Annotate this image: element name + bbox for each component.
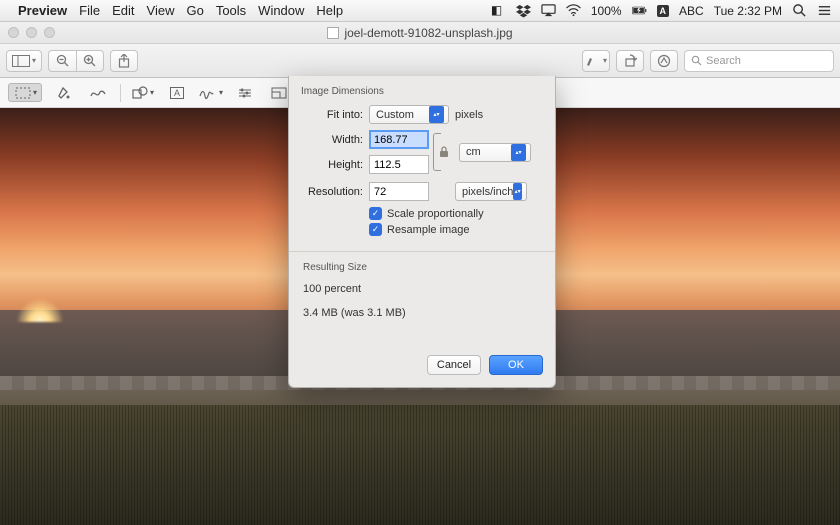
sketch-tool[interactable] — [86, 83, 110, 103]
menu-tools[interactable]: Tools — [216, 3, 246, 18]
width-label: Width: — [301, 134, 363, 146]
height-input[interactable] — [369, 155, 429, 174]
document-proxy-icon[interactable] — [327, 27, 339, 39]
fit-into-select[interactable]: Custom ▴▾ — [369, 105, 449, 124]
cancel-button[interactable]: Cancel — [427, 355, 481, 375]
menu-help[interactable]: Help — [316, 3, 343, 18]
resample-image-checkbox[interactable]: ✓ — [369, 223, 382, 236]
menu-go[interactable]: Go — [186, 3, 203, 18]
select-arrow-icon: ▴▾ — [511, 144, 526, 161]
sign-tool[interactable]: ▾ — [199, 83, 223, 103]
select-arrow-icon: ▴▾ — [429, 106, 444, 123]
resulting-percent: 100 percent — [303, 283, 541, 295]
search-icon — [691, 55, 702, 66]
scale-proportionally-checkbox[interactable]: ✓ — [369, 207, 382, 220]
menubar-clock[interactable]: Tue 2:32 PM — [714, 4, 782, 18]
notification-center-icon[interactable] — [817, 3, 832, 18]
fit-into-label: Fit into: — [301, 109, 363, 121]
highlight-button[interactable]: ▾ — [582, 50, 610, 72]
height-label: Height: — [301, 159, 363, 171]
sidebar-view-button[interactable]: ▾ — [6, 50, 42, 72]
text-tool[interactable]: A — [165, 83, 189, 103]
macos-menubar: Preview File Edit View Go Tools Window H… — [0, 0, 840, 22]
resolution-input[interactable] — [369, 182, 429, 201]
ok-button[interactable]: OK — [489, 355, 543, 375]
window-zoom-button[interactable] — [44, 27, 55, 38]
share-button[interactable] — [110, 50, 138, 72]
resolution-label: Resolution: — [301, 186, 363, 198]
selection-tool[interactable]: ▾ — [8, 83, 42, 102]
menu-view[interactable]: View — [147, 3, 175, 18]
menu-edit[interactable]: Edit — [112, 3, 134, 18]
window-title: joel-demott-91082-unsplash.jpg — [344, 26, 512, 40]
dimension-unit-select[interactable]: cm ▴▾ — [459, 143, 531, 162]
input-source-label: ABC — [679, 4, 704, 18]
resolution-unit-select[interactable]: pixels/inch ▴▾ — [455, 182, 527, 201]
resulting-size-heading: Resulting Size — [303, 262, 541, 273]
dropbox-icon[interactable] — [516, 3, 531, 18]
rotate-button[interactable] — [616, 50, 644, 72]
search-field[interactable]: Search — [684, 50, 834, 72]
window-titlebar: joel-demott-91082-unsplash.jpg — [0, 22, 840, 44]
markup-button[interactable] — [650, 50, 678, 72]
window-close-button[interactable] — [8, 27, 19, 38]
airplay-icon[interactable] — [541, 3, 556, 18]
resample-image-label: Resample image — [387, 224, 470, 236]
width-input[interactable] — [369, 130, 429, 149]
zoom-in-button[interactable] — [76, 50, 104, 72]
app-menu[interactable]: Preview — [18, 3, 67, 18]
search-placeholder: Search — [706, 55, 741, 67]
battery-icon[interactable] — [632, 3, 647, 18]
resulting-filesize: 3.4 MB (was 3.1 MB) — [303, 307, 541, 319]
adjust-size-dialog: Image Dimensions Fit into: Custom ▴▾ pix… — [288, 76, 556, 388]
app-indicator-icon[interactable]: ◧ — [491, 3, 506, 18]
toolbar: ▾ ▾ Search — [0, 44, 840, 78]
fit-into-unit: pixels — [455, 109, 483, 121]
spotlight-icon[interactable] — [792, 3, 807, 18]
svg-text:A: A — [174, 88, 180, 98]
instant-alpha-tool[interactable] — [52, 83, 76, 103]
menu-window[interactable]: Window — [258, 3, 304, 18]
adjust-color-tool[interactable] — [233, 83, 257, 103]
menu-file[interactable]: File — [79, 3, 100, 18]
wifi-icon[interactable] — [566, 3, 581, 18]
select-arrow-icon: ▴▾ — [513, 183, 522, 200]
scale-proportionally-label: Scale proportionally — [387, 208, 484, 220]
input-source-badge[interactable]: A — [657, 5, 670, 17]
image-dimensions-heading: Image Dimensions — [301, 86, 543, 97]
battery-percent: 100% — [591, 4, 622, 18]
window-minimize-button[interactable] — [26, 27, 37, 38]
shapes-tool[interactable]: ▾ — [131, 83, 155, 103]
zoom-out-button[interactable] — [48, 50, 76, 72]
